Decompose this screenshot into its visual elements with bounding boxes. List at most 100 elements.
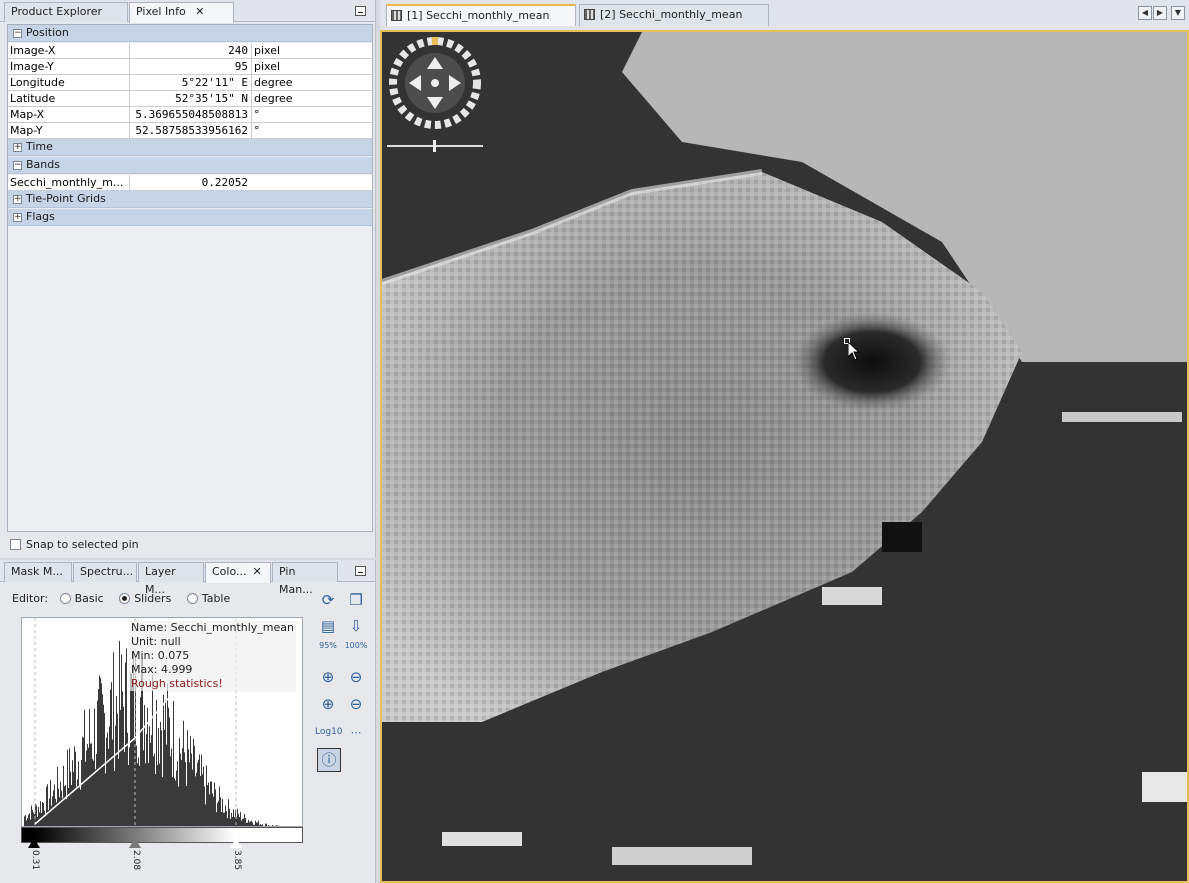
scroll-left-icon[interactable]: ◀: [1138, 6, 1152, 20]
slider-label-min[interactable]: 0.31: [30, 850, 40, 870]
histogram-bar: [70, 771, 71, 826]
tab-image-view-1[interactable]: [1] Secchi_monthly_mean ✕: [386, 4, 576, 42]
histogram-bar: [172, 777, 173, 826]
histogram-bar: [234, 817, 235, 826]
tab-list-icon[interactable]: ▼: [1171, 6, 1185, 20]
histogram-bar: [42, 802, 43, 826]
import-icon[interactable]: ▤: [317, 615, 339, 637]
histogram-bar: [120, 709, 121, 826]
band-max: Max: 4.999: [131, 663, 193, 676]
tab-mask-manager[interactable]: Mask M...: [4, 562, 72, 582]
tab-colour-manipulation[interactable]: Colo... ✕: [205, 562, 271, 583]
row-name: Secchi_monthly_m...: [10, 176, 124, 189]
histogram-bar: [220, 797, 221, 826]
histogram-bar: [145, 763, 146, 826]
histogram-bar: [92, 758, 93, 826]
histogram-bar: [161, 730, 162, 826]
tab-spectrum[interactable]: Spectru...: [73, 562, 137, 582]
distribute-sliders-icon[interactable]: ⋯: [345, 722, 367, 744]
histogram-bar: [205, 804, 206, 826]
histogram-bar: [72, 760, 73, 826]
expand-icon[interactable]: +: [13, 195, 22, 204]
histogram-bar: [107, 732, 108, 826]
editor-mode-basic[interactable]: Basic: [59, 592, 104, 605]
minimize-icon[interactable]: [355, 6, 366, 16]
histogram-bar: [203, 766, 204, 826]
navigation-control[interactable]: [387, 35, 483, 131]
histogram-bar: [156, 699, 157, 826]
zoom-out-horizontal-icon[interactable]: ⊖: [345, 693, 367, 715]
tab-product-explorer[interactable]: Product Explorer: [4, 2, 128, 22]
table-row: Secchi_monthly_m... 0.22052: [8, 175, 372, 191]
histogram-bar: [229, 809, 230, 826]
expand-icon[interactable]: +: [13, 213, 22, 222]
editor-mode-table[interactable]: Table: [186, 592, 230, 605]
histogram-bar: [44, 810, 45, 826]
row-unit: pixel: [251, 59, 371, 74]
scroll-right-icon[interactable]: ▶: [1153, 6, 1167, 20]
section-flags[interactable]: + Flags: [8, 209, 372, 226]
histogram-bar: [227, 818, 228, 826]
histogram-bar: [150, 742, 151, 826]
checkbox-icon[interactable]: [10, 539, 21, 550]
tab-pixel-info[interactable]: Pixel Info ✕: [129, 2, 234, 23]
band-unit: Unit: null: [131, 635, 181, 648]
section-position[interactable]: − Position: [8, 25, 372, 42]
editor-label: Editor:: [12, 592, 49, 605]
close-icon[interactable]: ✕: [253, 565, 262, 578]
tab-pin-manager[interactable]: Pin Man...: [272, 562, 338, 596]
tab-layer-manager[interactable]: Layer M...: [138, 562, 204, 596]
dark-patch: [792, 312, 952, 412]
tab-image-view-2[interactable]: [2] Secchi_monthly_mean ✕: [579, 4, 769, 41]
histogram-bar: [40, 801, 41, 826]
close-icon[interactable]: ✕: [195, 5, 204, 18]
minimize-icon[interactable]: [355, 566, 366, 576]
histogram-bar: [26, 820, 27, 826]
editor-mode-sliders[interactable]: Sliders: [119, 592, 171, 605]
section-time[interactable]: + Time: [8, 139, 372, 156]
histogram-bar: [218, 800, 219, 826]
collapse-icon[interactable]: −: [13, 161, 22, 170]
table-row: Map-Y 52.58758533956162 °: [8, 123, 372, 139]
histogram-bar: [222, 799, 223, 826]
histogram-view[interactable]: Name: Secchi_monthly_mean Unit: null Min…: [21, 617, 303, 827]
zoom-out-vertical-icon[interactable]: ⊖: [345, 666, 367, 688]
histogram-bar: [105, 773, 106, 826]
zoom-slider[interactable]: [387, 140, 483, 152]
collapse-icon[interactable]: −: [13, 29, 22, 38]
zoom-in-vertical-icon[interactable]: ⊕: [317, 666, 339, 688]
expand-icon[interactable]: +: [13, 143, 22, 152]
histogram-bar: [212, 793, 213, 826]
section-bands[interactable]: − Bands: [8, 157, 372, 174]
image-view-canvas[interactable]: [380, 30, 1189, 883]
snap-to-pin-checkbox[interactable]: Snap to selected pin: [10, 538, 139, 554]
radio-icon[interactable]: [186, 593, 198, 604]
histogram-bar: [186, 785, 187, 826]
slider-label-mid[interactable]: 2.08: [131, 850, 141, 870]
section-tie-point-grids[interactable]: + Tie-Point Grids: [8, 191, 372, 208]
range-100-button[interactable]: 100%: [343, 641, 369, 650]
rough-stats-warning: Rough statistics!: [131, 677, 223, 690]
zoom-in-horizontal-icon[interactable]: ⊕: [317, 693, 339, 715]
viewer-tabbar: [1] Secchi_monthly_mean ✕ [2] Secchi_mon…: [380, 0, 1189, 42]
export-icon[interactable]: ⇩: [345, 615, 367, 637]
multi-apply-icon[interactable]: ❐: [345, 589, 367, 611]
histogram-bar: [130, 672, 131, 826]
slider-handle-mid[interactable]: [129, 838, 141, 848]
slider-handle-max[interactable]: [230, 838, 242, 848]
histogram-bar: [206, 765, 207, 826]
log10-button[interactable]: Log10: [315, 727, 343, 737]
radio-icon[interactable]: [59, 593, 71, 604]
slider-handle-min[interactable]: [28, 838, 40, 848]
histogram-bar: [25, 814, 26, 826]
histogram-bar: [38, 807, 39, 826]
reset-icon[interactable]: ⟳: [317, 589, 339, 611]
zoom-slider-thumb[interactable]: [433, 140, 436, 152]
pan-compass-icon[interactable]: [387, 35, 483, 131]
info-icon[interactable]: ⓘ: [317, 748, 341, 772]
histogram-bar: [167, 683, 168, 826]
slider-label-max[interactable]: 3.85: [232, 850, 242, 870]
range-95-button[interactable]: 95%: [315, 641, 341, 650]
histogram-bar: [176, 770, 177, 826]
radio-icon[interactable]: [119, 593, 131, 604]
